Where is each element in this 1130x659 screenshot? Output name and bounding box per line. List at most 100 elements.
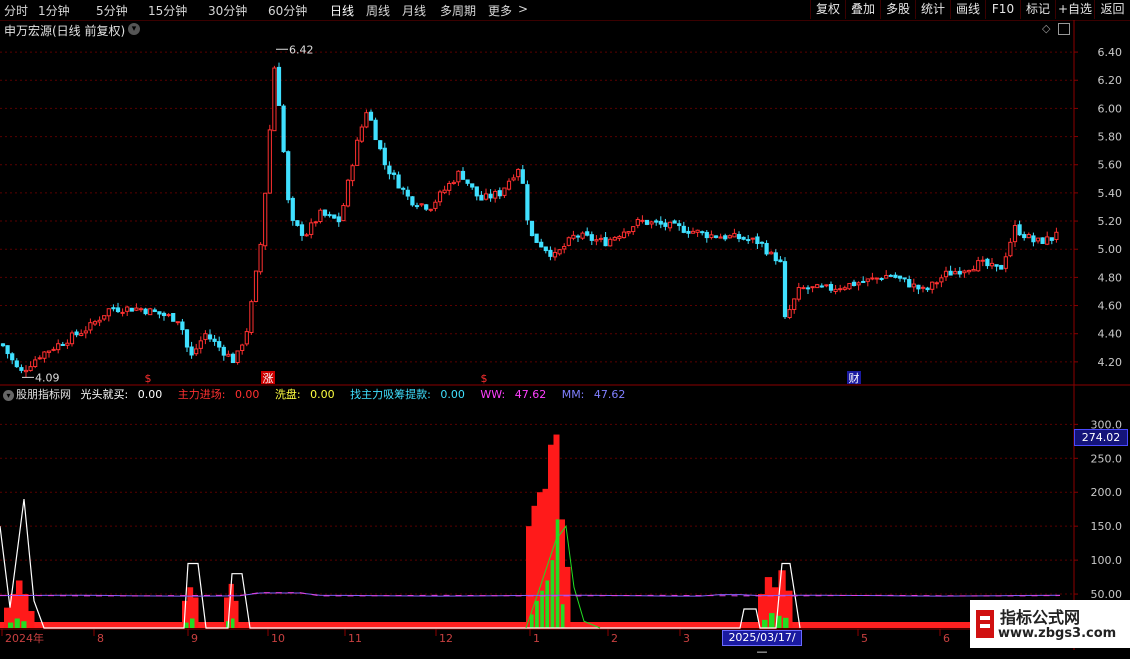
candle-body [166,314,171,317]
candle-body [654,220,659,223]
candle-body [129,307,134,312]
candle-body [516,168,521,178]
diamond-icon[interactable]: ◇ [1042,22,1050,35]
date-tick-label: 11 [348,632,362,645]
candle-body [759,241,765,244]
candle-body [870,277,875,280]
candle-body [111,307,116,310]
candle-body [695,229,700,233]
candle-body [327,214,332,217]
date-tick-label: 2024年 [5,631,44,645]
candle-body [456,170,461,183]
candle-body [557,249,562,255]
price-axis: 6.40 6.20 6.00 5.80 5.60 5.40 5.20 5.00 4.80 4.60… [1074,46,1122,369]
candle-body [640,219,645,222]
candle-body [345,179,351,207]
candle-body [194,348,199,355]
candle-body [966,269,972,273]
watermark-logo-icon [976,610,994,638]
candle-body [286,151,291,201]
candle-body [424,204,429,210]
candle-body [433,201,438,209]
candle-body [42,351,47,359]
candle-body [465,179,470,184]
candle-body [28,366,33,372]
event-marker: $ [145,372,152,385]
candle-body [635,219,640,226]
candle-body [134,307,139,311]
candle-body [778,259,783,263]
indicator-tick-label: 100.0 [1091,554,1123,567]
candle-body [1003,256,1008,269]
candle-body [474,186,479,197]
candle-body [824,284,829,287]
candle-body [267,129,272,194]
candle-body [690,230,696,234]
candle-body [355,139,360,166]
washout-bar [550,560,555,628]
candle-body [235,350,240,363]
candle-body [907,279,912,288]
candle-body [529,220,535,237]
candle-body [92,321,98,325]
candle-body [497,190,502,197]
candle-body [704,231,709,239]
candle-body [309,222,314,235]
candle-body [401,187,406,190]
candle-body [180,321,185,331]
candle-body [350,165,355,182]
candle-body [332,214,337,219]
washout-bar [783,617,789,628]
legend-item-xipan: 洗盘: 0.00 [274,388,335,401]
candle-body [313,221,318,224]
event-marker: 财 [849,371,860,385]
candle-body [171,313,176,322]
candle-body [1031,235,1036,243]
candle-body [97,319,102,323]
candle-body [295,220,300,226]
candle-body [571,234,576,239]
candle-body [60,343,65,346]
candle-body [884,275,889,279]
candle-body [999,264,1004,270]
candle-body [387,165,392,175]
candle-body [727,235,732,239]
candle-body [1012,224,1018,243]
candle-body [74,331,79,336]
candle-body [677,223,682,227]
candle-body [819,285,824,288]
date-tick-label: 3 [683,632,690,645]
candle-body [1040,237,1045,244]
candle-body [364,112,369,128]
candle-body [502,187,507,196]
candle-body [879,277,884,280]
candle-body [585,231,590,236]
current-value-tag: 274.02 [1074,429,1128,446]
candle-body [750,237,755,240]
candle-body [161,312,167,317]
candle-body [157,311,162,315]
candle-body [911,283,916,288]
candle-body [33,359,38,368]
indicator-settings-icon[interactable]: ▾ [3,390,14,401]
candle-body [405,189,410,197]
candle-body [240,344,245,352]
candle-body [525,184,530,221]
candle-body [479,194,484,201]
washout-bar [231,618,235,628]
main-force-bar [564,566,571,628]
panel-toggle-icon[interactable] [1058,23,1070,35]
candle-body [580,232,585,239]
date-tick-label: 6 [943,632,950,645]
candle-body [207,334,213,340]
candle-body [782,261,788,318]
candle-body [626,231,631,234]
candle-body [644,219,650,225]
candle-body [773,252,778,262]
watermark-title: 指标公式网 [1000,608,1081,627]
candle-body [847,283,852,290]
candle-body [125,306,130,312]
candlestick-series [0,62,1059,378]
main-force-bar [28,611,35,628]
watermark: 指标公式网 www.zbgs3.com [970,600,1130,648]
